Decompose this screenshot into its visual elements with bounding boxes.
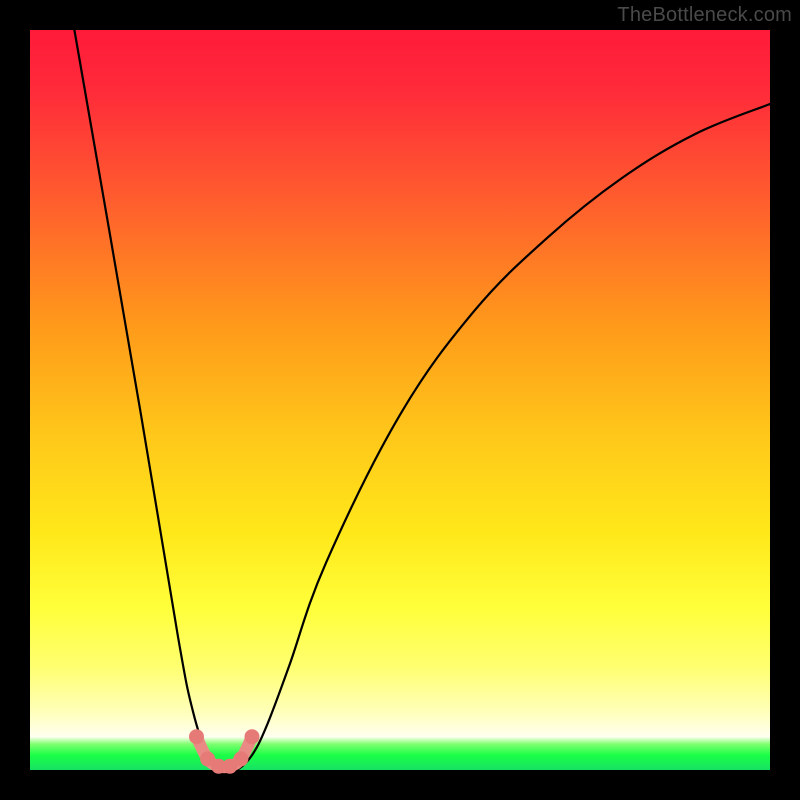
marker-dot bbox=[233, 751, 248, 766]
marker-dot bbox=[245, 729, 260, 744]
marker-dot bbox=[189, 729, 204, 744]
chart-plot-area bbox=[30, 30, 770, 770]
bottleneck-curve-path bbox=[74, 30, 770, 771]
bottleneck-curve-svg bbox=[30, 30, 770, 770]
watermark-text: TheBottleneck.com bbox=[617, 4, 792, 27]
